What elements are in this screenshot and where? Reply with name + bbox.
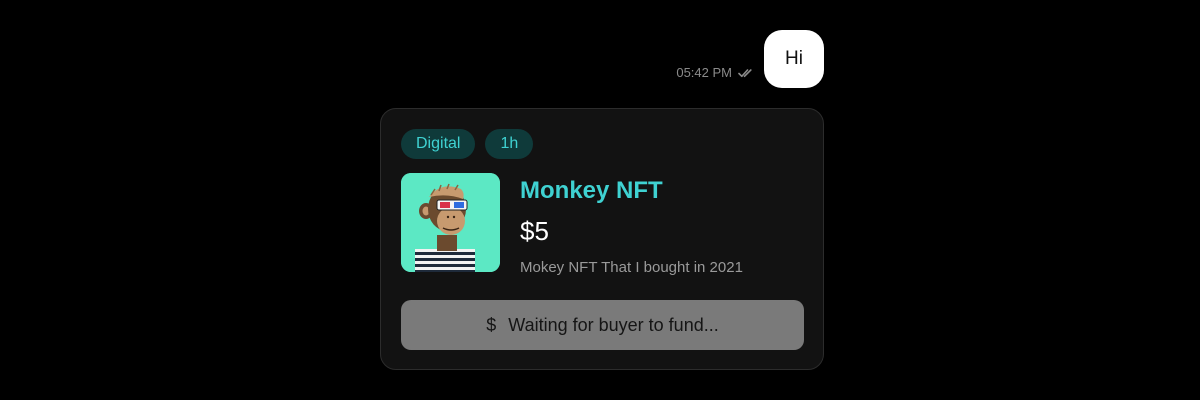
listing-description: Mokey NFT That I bought in 2021 [520,259,743,276]
listing-price: $5 [520,216,549,246]
message-time: 05:42 PM [676,65,732,80]
tag-duration: 1h [485,129,534,159]
funding-status-label: Waiting for buyer to fund... [508,314,719,335]
double-check-icon [738,68,754,78]
dollar-icon: $ [486,314,497,335]
message-bubble[interactable]: Hi [764,30,824,88]
ape-nft-image [401,173,500,272]
listing-title: Monkey NFT [520,177,663,204]
listing-tags: Digital 1h [401,129,534,159]
tag-category: Digital [401,129,476,159]
message-text: Hi [785,48,803,69]
chat-view: 05:42 PM Hi Digital 1h Monkey NFT $5 Mok… [0,0,1200,400]
outgoing-message: 05:42 PM Hi [676,30,824,88]
listing-card[interactable]: Digital 1h Monkey NFT $5 Mokey NFT That … [380,108,824,370]
funding-status-button[interactable]: $ Waiting for buyer to fund... [401,300,804,350]
message-meta: 05:42 PM [676,65,754,80]
